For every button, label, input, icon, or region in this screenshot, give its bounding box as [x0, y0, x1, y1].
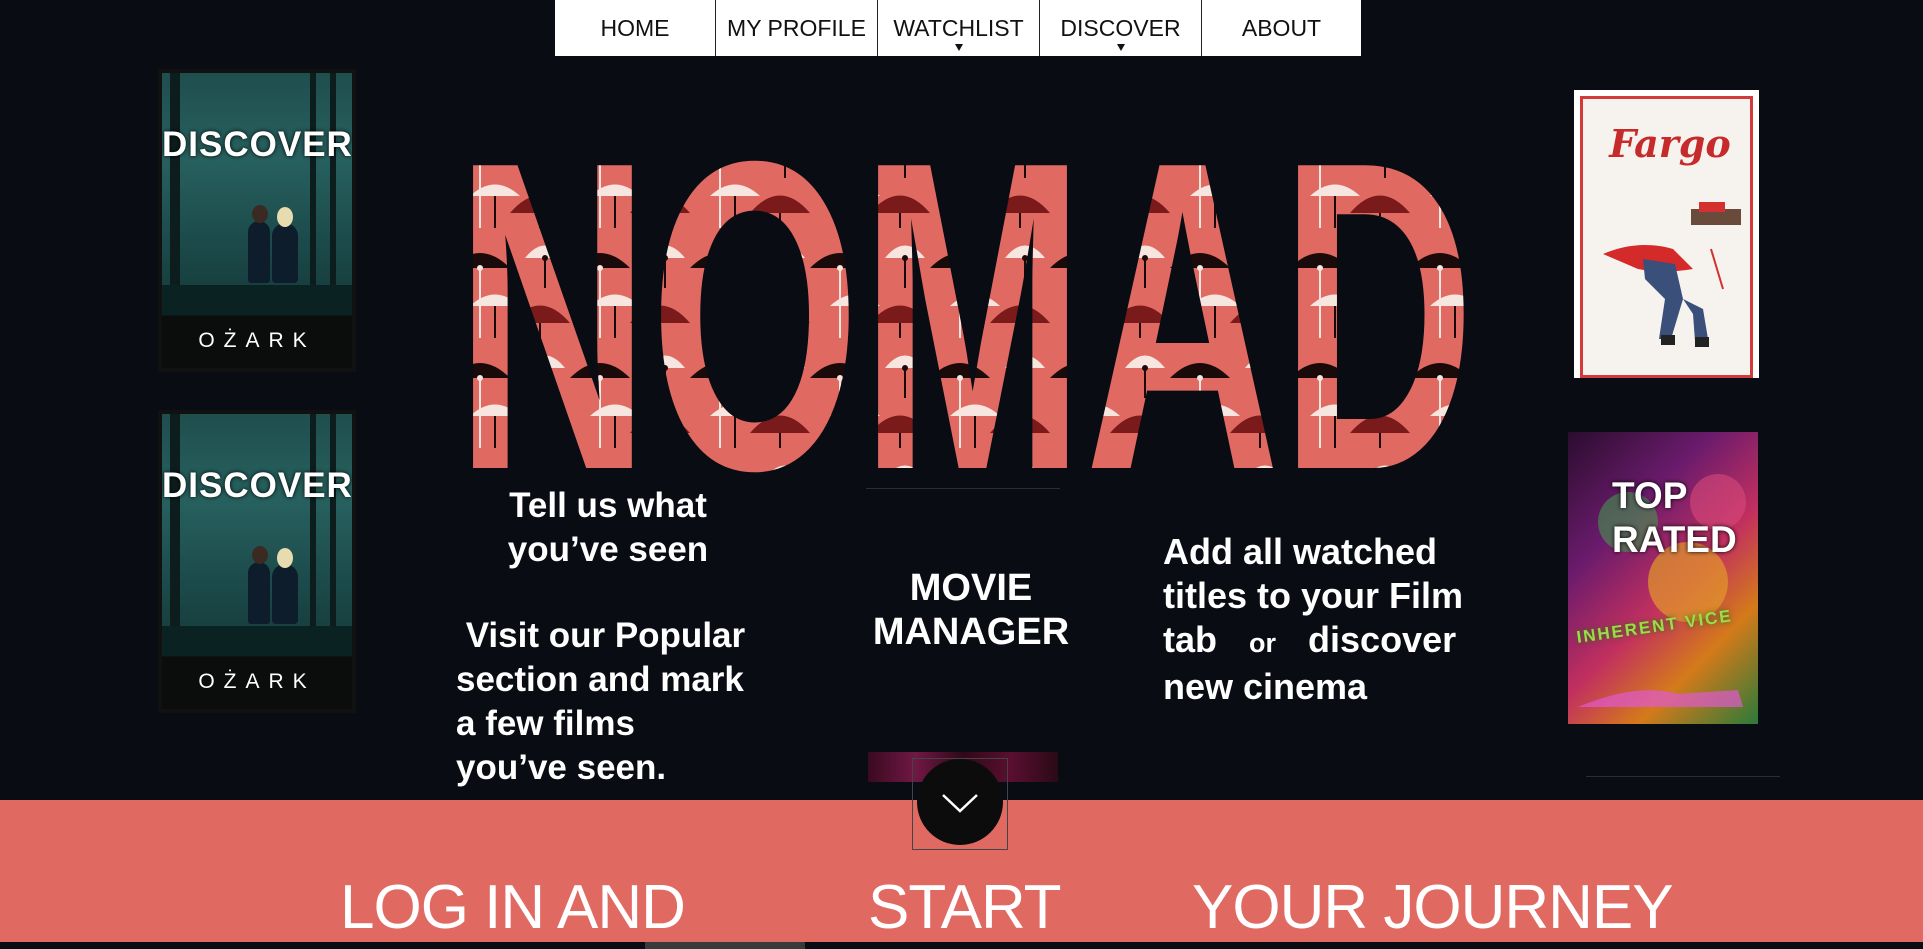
caret-down-icon	[1116, 44, 1125, 51]
main-nav: HOME MY PROFILE WATCHLIST DISCOVER ABOUT	[555, 0, 1361, 56]
footer-phrase-journey: YOUR JOURNEY	[1192, 873, 1674, 942]
poster-title: OŻARK	[162, 316, 352, 368]
divider	[866, 488, 1060, 489]
scroll-indicator	[645, 942, 805, 949]
movie-manager-block: MOVIE MANAGER	[866, 566, 1076, 654]
nav-watchlist-label: WATCHLIST	[893, 14, 1024, 41]
poster-image	[162, 73, 352, 315]
scroll-circle	[917, 759, 1003, 845]
fargo-poster[interactable]: Fargo	[1574, 90, 1759, 378]
tell-us-line2: you’ve seen	[507, 530, 709, 569]
footer-phrase-login: LOG IN AND	[340, 873, 686, 942]
top-rated-label-line1: TOP	[1612, 475, 1688, 516]
tell-us-block: Tell us what you’ve seen	[498, 484, 718, 572]
nav-my-profile-label: MY PROFILE	[727, 14, 866, 41]
add-titles-or: or	[1249, 628, 1277, 658]
add-titles-discover: discover	[1308, 619, 1457, 660]
chevron-down-icon	[942, 794, 978, 813]
nav-home-label: HOME	[600, 14, 670, 41]
top-rated-label-line2: RATED	[1612, 519, 1737, 560]
add-titles-line2: titles to your Film	[1163, 575, 1464, 616]
tell-us-line1: Tell us what	[509, 486, 707, 525]
divider	[1586, 776, 1780, 777]
nav-watchlist[interactable]: WATCHLIST	[877, 0, 1039, 56]
nav-my-profile[interactable]: MY PROFILE	[715, 0, 877, 56]
footer-phrase-start: START	[868, 873, 1062, 942]
fargo-illustration	[1603, 202, 1741, 347]
hero-title: NOMAD	[455, 118, 1475, 478]
movie-manager-line1: MOVIE	[909, 567, 1033, 609]
discover-label: DISCOVER	[162, 125, 353, 164]
poster-image: Fargo	[1580, 96, 1753, 378]
top-rated-poster[interactable]: INHERENT VICE TOP RATED	[1568, 432, 1758, 724]
caret-down-icon	[954, 44, 963, 51]
discover-poster-top[interactable]: OŻARK DISCOVER	[158, 69, 356, 372]
nav-home[interactable]: HOME	[555, 0, 715, 56]
bottom-strip	[0, 942, 1923, 949]
nav-discover[interactable]: DISCOVER	[1039, 0, 1201, 56]
popular-line1: Visit our Popular	[456, 616, 746, 655]
movie-manager-line2: MANAGER	[872, 611, 1070, 653]
scroll-down-button[interactable]	[912, 758, 1008, 850]
discover-label: DISCOVER	[162, 466, 353, 505]
discover-poster-bottom[interactable]: OŻARK DISCOVER	[158, 410, 356, 713]
add-titles-tab: tab	[1163, 619, 1217, 660]
add-titles-line4: new cinema	[1163, 666, 1368, 707]
add-titles-line3: tab or discover	[1163, 618, 1483, 665]
poster-title: OŻARK	[162, 657, 352, 709]
hero-title-text: NOMAD	[455, 118, 1475, 478]
poster-image	[162, 414, 352, 656]
popular-block: Visit our Popular section and mark a few…	[456, 614, 796, 790]
popular-line2: section and mark	[456, 660, 744, 699]
add-titles-line1: Add all watched	[1163, 531, 1438, 572]
popular-line3: a few films	[456, 704, 635, 743]
nav-about-label: ABOUT	[1241, 14, 1322, 41]
nav-about[interactable]: ABOUT	[1201, 0, 1361, 56]
add-titles-block: Add all watched titles to your Film tab …	[1163, 530, 1483, 709]
popular-line4: you’ve seen.	[456, 748, 667, 787]
nav-discover-label: DISCOVER	[1060, 14, 1181, 41]
